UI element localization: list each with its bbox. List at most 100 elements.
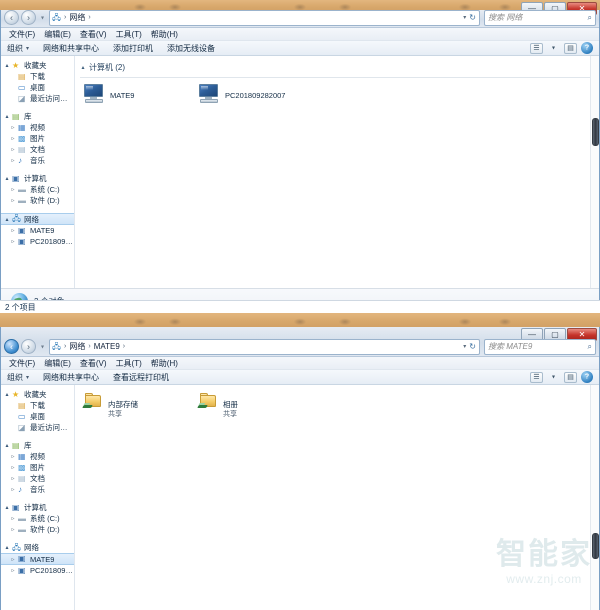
sidebar-item-mate9[interactable]: ▹ ▣ MATE9	[1, 553, 74, 565]
sidebar-item-音乐[interactable]: ▹ ♪ 音乐	[1, 484, 74, 495]
expander-icon[interactable]: ▹	[10, 486, 16, 493]
window1-scroll-thumb[interactable]	[592, 118, 599, 146]
menu-view[interactable]: 查看(V)	[80, 358, 107, 369]
window2-navigation-pane[interactable]: ▴★收藏夹▤下载▭桌面◪最近访问的位置▴▤库▹▦视频▹▩图片▹▤文档▹♪音乐▴▣…	[1, 385, 75, 610]
back-button[interactable]: ‹	[4, 10, 19, 25]
window1-item-list[interactable]: MATE9 PC201809282007	[75, 78, 599, 113]
window2-content-pane[interactable]: 内部存储 共享 相册 共享	[75, 385, 599, 610]
window1-content-pane[interactable]: ▴ 计算机 (2) MATE9 PC201809282007	[75, 56, 599, 288]
sidebar-item-mate9[interactable]: ▹ ▣ MATE9	[1, 225, 74, 236]
breadcrumb[interactable]: 🖧 › 网络 ›	[52, 12, 463, 23]
expander-icon[interactable]: ▴	[4, 544, 10, 551]
list-item[interactable]: PC201809282007	[198, 84, 313, 103]
change-view-button[interactable]: ☰	[530, 371, 543, 383]
network-sharing-center-button[interactable]: 网络和共享中心	[43, 372, 99, 383]
expander-icon[interactable]: ▹	[10, 124, 16, 131]
sidebar-item-视频[interactable]: ▹ ▦ 视频	[1, 122, 74, 133]
refresh-icon[interactable]: ↻	[469, 342, 476, 351]
window1-navigation-pane[interactable]: ▴★收藏夹▤下载▭桌面◪最近访问的位置 ▴▤库▹▦视频▹▩图片▹▤文档▹♪音乐 ▴▣…	[1, 56, 75, 288]
sidebar-item-软件d[interactable]: ▹ ▬ 软件 (D:)	[1, 524, 74, 535]
menu-view[interactable]: 查看(V)	[80, 29, 107, 40]
back-button[interactable]: ‹	[4, 339, 19, 354]
network-sharing-center-button[interactable]: 网络和共享中心	[43, 43, 99, 54]
refresh-icon[interactable]: ↻	[469, 13, 476, 22]
address-bar[interactable]: 🖧 › 网络 › ▾ ↻	[49, 9, 480, 26]
breadcrumb[interactable]: 🖧 › 网络 › MATE9 ›	[52, 341, 463, 352]
list-item[interactable]: MATE9	[83, 84, 198, 103]
window2-toolbar[interactable]: 组织 ▾ 网络和共享中心 查看远程打印机 ☰ ▾ ▤ ?	[1, 370, 599, 385]
search-box[interactable]: 搜索 MATE9 ⌕	[484, 338, 596, 355]
breadcrumb-item-mate9[interactable]: MATE9	[93, 342, 121, 351]
sidebar-item-下载[interactable]: ▤ 下载	[1, 400, 74, 411]
search-input[interactable]: 搜索 MATE9	[488, 341, 588, 352]
sidebar-item-收藏夹[interactable]: ▴ ★ 收藏夹	[1, 60, 74, 71]
sidebar-item-最近访问的位置[interactable]: ◪ 最近访问的位置	[1, 93, 74, 104]
address-bar[interactable]: 🖧 › 网络 › MATE9 › ▾ ↻	[49, 338, 480, 355]
sidebar-item-库[interactable]: ▴ ▤ 库	[1, 111, 74, 122]
expander-icon[interactable]: ▹	[10, 453, 16, 460]
window2-menubar[interactable]: 文件(F) 编辑(E) 查看(V) 工具(T) 帮助(H)	[1, 357, 599, 370]
breadcrumb-item-network[interactable]: 网络	[68, 341, 86, 352]
expander-icon[interactable]: ▹	[10, 227, 16, 234]
sidebar-item-文档[interactable]: ▹ ▤ 文档	[1, 144, 74, 155]
sidebar-item-图片[interactable]: ▹ ▩ 图片	[1, 462, 74, 473]
expander-icon[interactable]: ▹	[10, 556, 16, 563]
menu-file[interactable]: 文件(F)	[9, 358, 35, 369]
address-dropdown-icon[interactable]: ▾	[463, 343, 466, 350]
sidebar-item-系统c[interactable]: ▹ ▬ 系统 (C:)	[1, 513, 74, 524]
expander-icon[interactable]: ▴	[4, 62, 10, 69]
sidebar-item-系统c[interactable]: ▹ ▬ 系统 (C:)	[1, 184, 74, 195]
add-wireless-device-button[interactable]: 添加无线设备	[167, 43, 215, 54]
search-input[interactable]: 搜索 网络	[488, 12, 588, 23]
search-box[interactable]: 搜索 网络 ⌕	[484, 9, 596, 26]
sidebar-item-桌面[interactable]: ▭ 桌面	[1, 411, 74, 422]
expander-icon[interactable]: ▹	[10, 464, 16, 471]
sidebar-item-计算机[interactable]: ▴ ▣ 计算机	[1, 173, 74, 184]
window2-scroll-thumb[interactable]	[592, 533, 599, 559]
preview-pane-button[interactable]: ▤	[564, 42, 577, 54]
forward-button[interactable]: ›	[21, 339, 36, 354]
add-printer-button[interactable]: 添加打印机	[113, 43, 153, 54]
expander-icon[interactable]: ▹	[10, 197, 16, 204]
expander-icon[interactable]: ▴	[4, 504, 10, 511]
organize-button[interactable]: 组织 ▾	[7, 43, 29, 54]
expander-icon[interactable]: ▹	[10, 157, 16, 164]
expander-icon[interactable]: ▴	[4, 442, 10, 449]
sidebar-item-文档[interactable]: ▹ ▤ 文档	[1, 473, 74, 484]
view-dropdown-button[interactable]: ▾	[547, 43, 560, 54]
help-button[interactable]: ?	[581, 42, 593, 54]
list-item[interactable]: 相册 共享	[197, 393, 313, 419]
window1-vertical-scrollbar[interactable]	[590, 56, 599, 288]
sidebar-item-pc201809282007[interactable]: ▹▣ PC201809282007	[1, 565, 74, 576]
sidebar-item-网络[interactable]: ▴ 🖧 网络	[1, 213, 74, 225]
expander-icon[interactable]: ▹	[10, 146, 16, 153]
sidebar-item-图片[interactable]: ▹ ▩ 图片	[1, 133, 74, 144]
sidebar-item-pc201809282007[interactable]: ▹▣ PC201809282007	[1, 236, 74, 247]
recent-pages-button[interactable]: ▾	[38, 10, 47, 25]
window1-toolbar[interactable]: 组织 ▾ 网络和共享中心 添加打印机 添加无线设备 ☰ ▾ ▤ ?	[1, 41, 599, 56]
sidebar-item-下载[interactable]: ▤ 下载	[1, 71, 74, 82]
group-expander-icon[interactable]: ▴	[80, 64, 86, 71]
sidebar-item-桌面[interactable]: ▭ 桌面	[1, 82, 74, 93]
expander-icon[interactable]: ▹	[10, 238, 16, 245]
recent-pages-button[interactable]: ▾	[38, 339, 47, 354]
sidebar-item-网络[interactable]: ▴ 🖧 网络	[1, 542, 74, 553]
list-item[interactable]: 内部存储 共享	[82, 393, 198, 419]
expander-icon[interactable]: ▹	[10, 186, 16, 193]
sidebar-item-收藏夹[interactable]: ▴ ★ 收藏夹	[1, 389, 74, 400]
sidebar-item-音乐[interactable]: ▹ ♪ 音乐	[1, 155, 74, 166]
menu-file[interactable]: 文件(F)	[9, 29, 35, 40]
change-view-button[interactable]: ☰	[530, 42, 543, 54]
view-remote-printers-button[interactable]: 查看远程打印机	[113, 372, 169, 383]
expander-icon[interactable]: ▹	[10, 475, 16, 482]
menu-tools[interactable]: 工具(T)	[116, 29, 142, 40]
expander-icon[interactable]: ▹	[10, 135, 16, 142]
forward-button[interactable]: ›	[21, 10, 36, 25]
sidebar-item-软件d[interactable]: ▹ ▬ 软件 (D:)	[1, 195, 74, 206]
organize-button[interactable]: 组织 ▾	[7, 372, 29, 383]
expander-icon[interactable]: ▹	[10, 515, 16, 522]
expander-icon[interactable]: ▹	[10, 526, 16, 533]
expander-icon[interactable]: ▴	[4, 391, 10, 398]
menu-edit[interactable]: 编辑(E)	[44, 358, 71, 369]
menu-edit[interactable]: 编辑(E)	[44, 29, 71, 40]
